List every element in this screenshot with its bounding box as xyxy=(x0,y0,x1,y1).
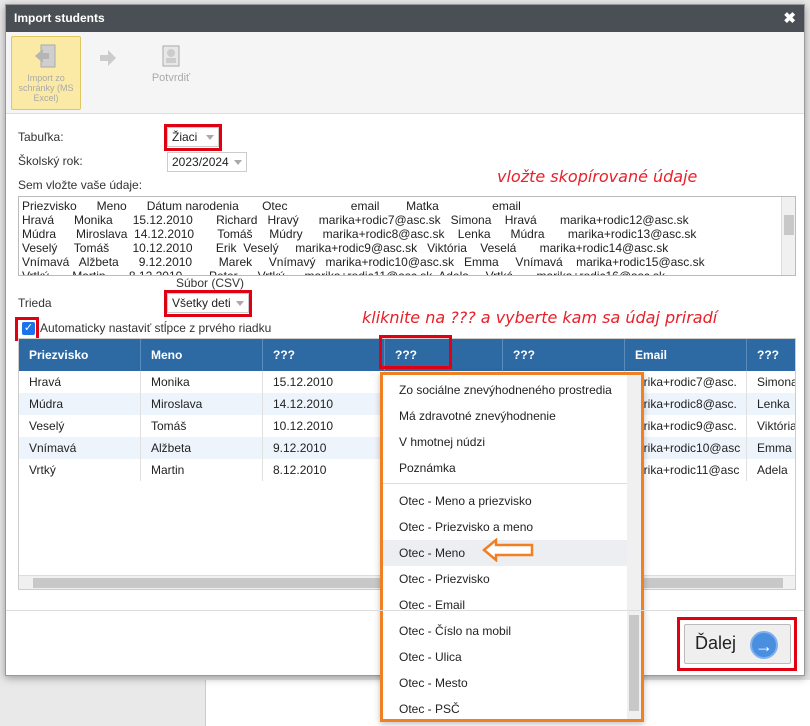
year-select-value: 2023/2024 xyxy=(172,155,229,169)
menu-item[interactable]: Otec - Ulica xyxy=(383,644,629,670)
column-header[interactable]: ??? xyxy=(747,339,795,371)
table-cell: Veselý xyxy=(19,415,141,437)
dropdown-scrollbar[interactable] xyxy=(627,375,641,719)
import-icon xyxy=(35,44,56,68)
footer-divider xyxy=(6,610,804,611)
menu-item[interactable]: Otec - Číslo na mobil xyxy=(383,618,629,644)
confirm-label: Potvrdiť xyxy=(151,72,191,84)
highlight-class-select xyxy=(164,290,252,317)
paste-label: Sem vložte vaše údaje: xyxy=(18,178,143,192)
table-cell: Monika xyxy=(141,371,263,393)
close-icon[interactable]: ✖ xyxy=(783,9,796,27)
year-select[interactable]: 2023/2024 xyxy=(167,152,247,172)
highlight-next-button xyxy=(677,617,797,671)
table-cell: Hravá xyxy=(19,371,141,393)
confirm-button[interactable]: Potvrdiť xyxy=(141,36,201,110)
column-header[interactable]: ??? xyxy=(503,339,625,371)
background-panel xyxy=(0,680,205,726)
menu-item[interactable]: V hmotnej núdzi xyxy=(383,429,629,455)
highlight-column-header xyxy=(379,335,452,369)
column-header[interactable]: Priezvisko xyxy=(19,339,141,371)
highlight-table-select xyxy=(164,124,222,151)
table-cell: Tomáš xyxy=(141,415,263,437)
table-cell: Vnímavá xyxy=(19,437,141,459)
table-cell: 9.12.2010 xyxy=(263,437,385,459)
menu-item[interactable]: Zo sociálne znevýhodneného prostredia xyxy=(383,377,629,403)
column-header[interactable]: ??? xyxy=(263,339,385,371)
arrow-right-icon xyxy=(100,50,116,66)
toolbar: Import zo schránky (MS Excel) Potvrdiť xyxy=(6,32,804,114)
menu-item[interactable]: Poznámka xyxy=(383,455,629,481)
menu-item[interactable]: Otec - Mesto xyxy=(383,670,629,696)
year-label: Školský rok: xyxy=(18,154,83,168)
table-cell: Adela xyxy=(747,459,795,481)
table-cell: Viktória xyxy=(747,415,795,437)
autocolumns-label: Automaticky nastaviť stĺpce z prvého ria… xyxy=(40,321,272,335)
dialog-titlebar: Import students ✖ xyxy=(6,5,804,32)
menu-item[interactable]: Otec - Priezvisko a meno xyxy=(383,514,629,540)
class-label: Trieda xyxy=(18,296,52,310)
table-cell: Simona xyxy=(747,371,795,393)
menu-item[interactable]: Otec - Priezvisko xyxy=(383,566,629,592)
table-cell: 10.12.2010 xyxy=(263,415,385,437)
menu-item[interactable]: Otec - PSČ xyxy=(383,696,629,719)
paste-content: Priezvisko Meno Dátum narodenia Otec ema… xyxy=(22,199,705,276)
dialog-title: Import students xyxy=(14,11,105,25)
column-header[interactable]: Email xyxy=(625,339,747,371)
file-label: Súbor (CSV) xyxy=(176,276,245,290)
paste-annotation: vložte skopírované údaje xyxy=(497,167,698,186)
table-cell: 15.12.2010 xyxy=(263,371,385,393)
menu-item[interactable]: Otec - Meno a priezvisko xyxy=(383,488,629,514)
table-cell: Martin xyxy=(141,459,263,481)
table-cell: Múdra xyxy=(19,393,141,415)
table-cell: 8.12.2010 xyxy=(263,459,385,481)
column-header[interactable]: Meno xyxy=(141,339,263,371)
menu-item[interactable]: Má zdravotné znevýhodnenie xyxy=(383,403,629,429)
table-cell: Vrtký xyxy=(19,459,141,481)
confirm-icon xyxy=(162,45,180,67)
table-cell: Emma xyxy=(747,437,795,459)
table-cell: Miroslava xyxy=(141,393,263,415)
menu-item[interactable]: Otec - Email xyxy=(383,592,629,618)
column-annotation: kliknite na ??? a vyberte kam sa údaj pr… xyxy=(362,308,718,327)
table-label: Tabuľka: xyxy=(18,130,64,144)
pointer-arrow-icon xyxy=(482,538,534,562)
table-cell: Lenka xyxy=(747,393,795,415)
textarea-scrollbar[interactable] xyxy=(781,197,795,275)
chevron-down-icon xyxy=(234,160,242,165)
import-clipboard-button[interactable]: Import zo schránky (MS Excel) xyxy=(11,36,81,110)
menu-separator xyxy=(383,483,629,484)
table-cell: 14.12.2010 xyxy=(263,393,385,415)
table-cell: Alžbeta xyxy=(141,437,263,459)
paste-textarea[interactable]: Priezvisko Meno Dátum narodenia Otec ema… xyxy=(18,196,796,276)
import-label: Import zo schránky (MS Excel) xyxy=(18,73,74,103)
